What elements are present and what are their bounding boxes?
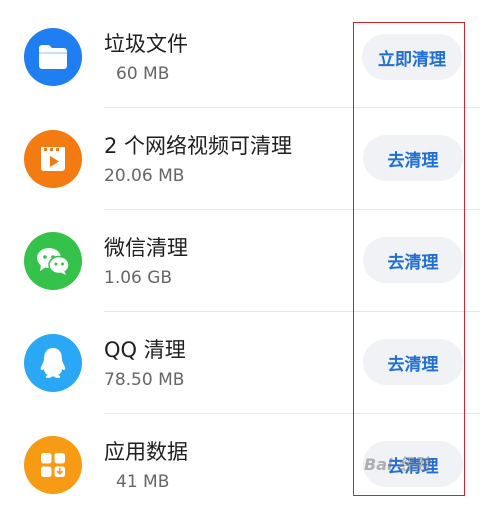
wechat-icon <box>24 232 82 290</box>
cleanup-list: 垃圾文件 60 MB 立即清理 2 个网络视频可清理 20.06 MB 去清理 <box>0 0 480 501</box>
item-title: 垃圾文件 <box>104 32 188 56</box>
item-size: 60 MB <box>116 64 170 84</box>
list-item-junk-files[interactable]: 垃圾文件 60 MB 立即清理 <box>0 6 480 108</box>
folder-icon <box>24 28 82 86</box>
clean-now-button[interactable]: 立即清理 <box>362 34 462 80</box>
video-icon <box>24 130 82 188</box>
item-size: 1.06 GB <box>104 268 173 288</box>
list-item-online-videos[interactable]: 2 个网络视频可清理 20.06 MB 去清理 <box>0 108 480 210</box>
item-title: 微信清理 <box>104 236 188 260</box>
app-data-icon <box>24 436 82 494</box>
item-title: QQ 清理 <box>104 338 186 362</box>
qq-icon <box>24 334 82 392</box>
go-clean-button[interactable]: 去清理 <box>363 441 463 487</box>
go-clean-button[interactable]: 去清理 <box>363 237 463 283</box>
go-clean-button[interactable]: 去清理 <box>363 135 463 181</box>
list-item-qq[interactable]: QQ 清理 78.50 MB 去清理 <box>0 312 480 414</box>
go-clean-button[interactable]: 去清理 <box>363 339 463 385</box>
list-item-wechat[interactable]: 微信清理 1.06 GB 去清理 <box>0 210 480 312</box>
item-size: 41 MB <box>116 472 170 492</box>
item-title: 应用数据 <box>104 440 188 464</box>
item-title: 2 个网络视频可清理 <box>104 134 293 158</box>
item-size: 78.50 MB <box>104 370 185 390</box>
item-size: 20.06 MB <box>104 166 185 186</box>
